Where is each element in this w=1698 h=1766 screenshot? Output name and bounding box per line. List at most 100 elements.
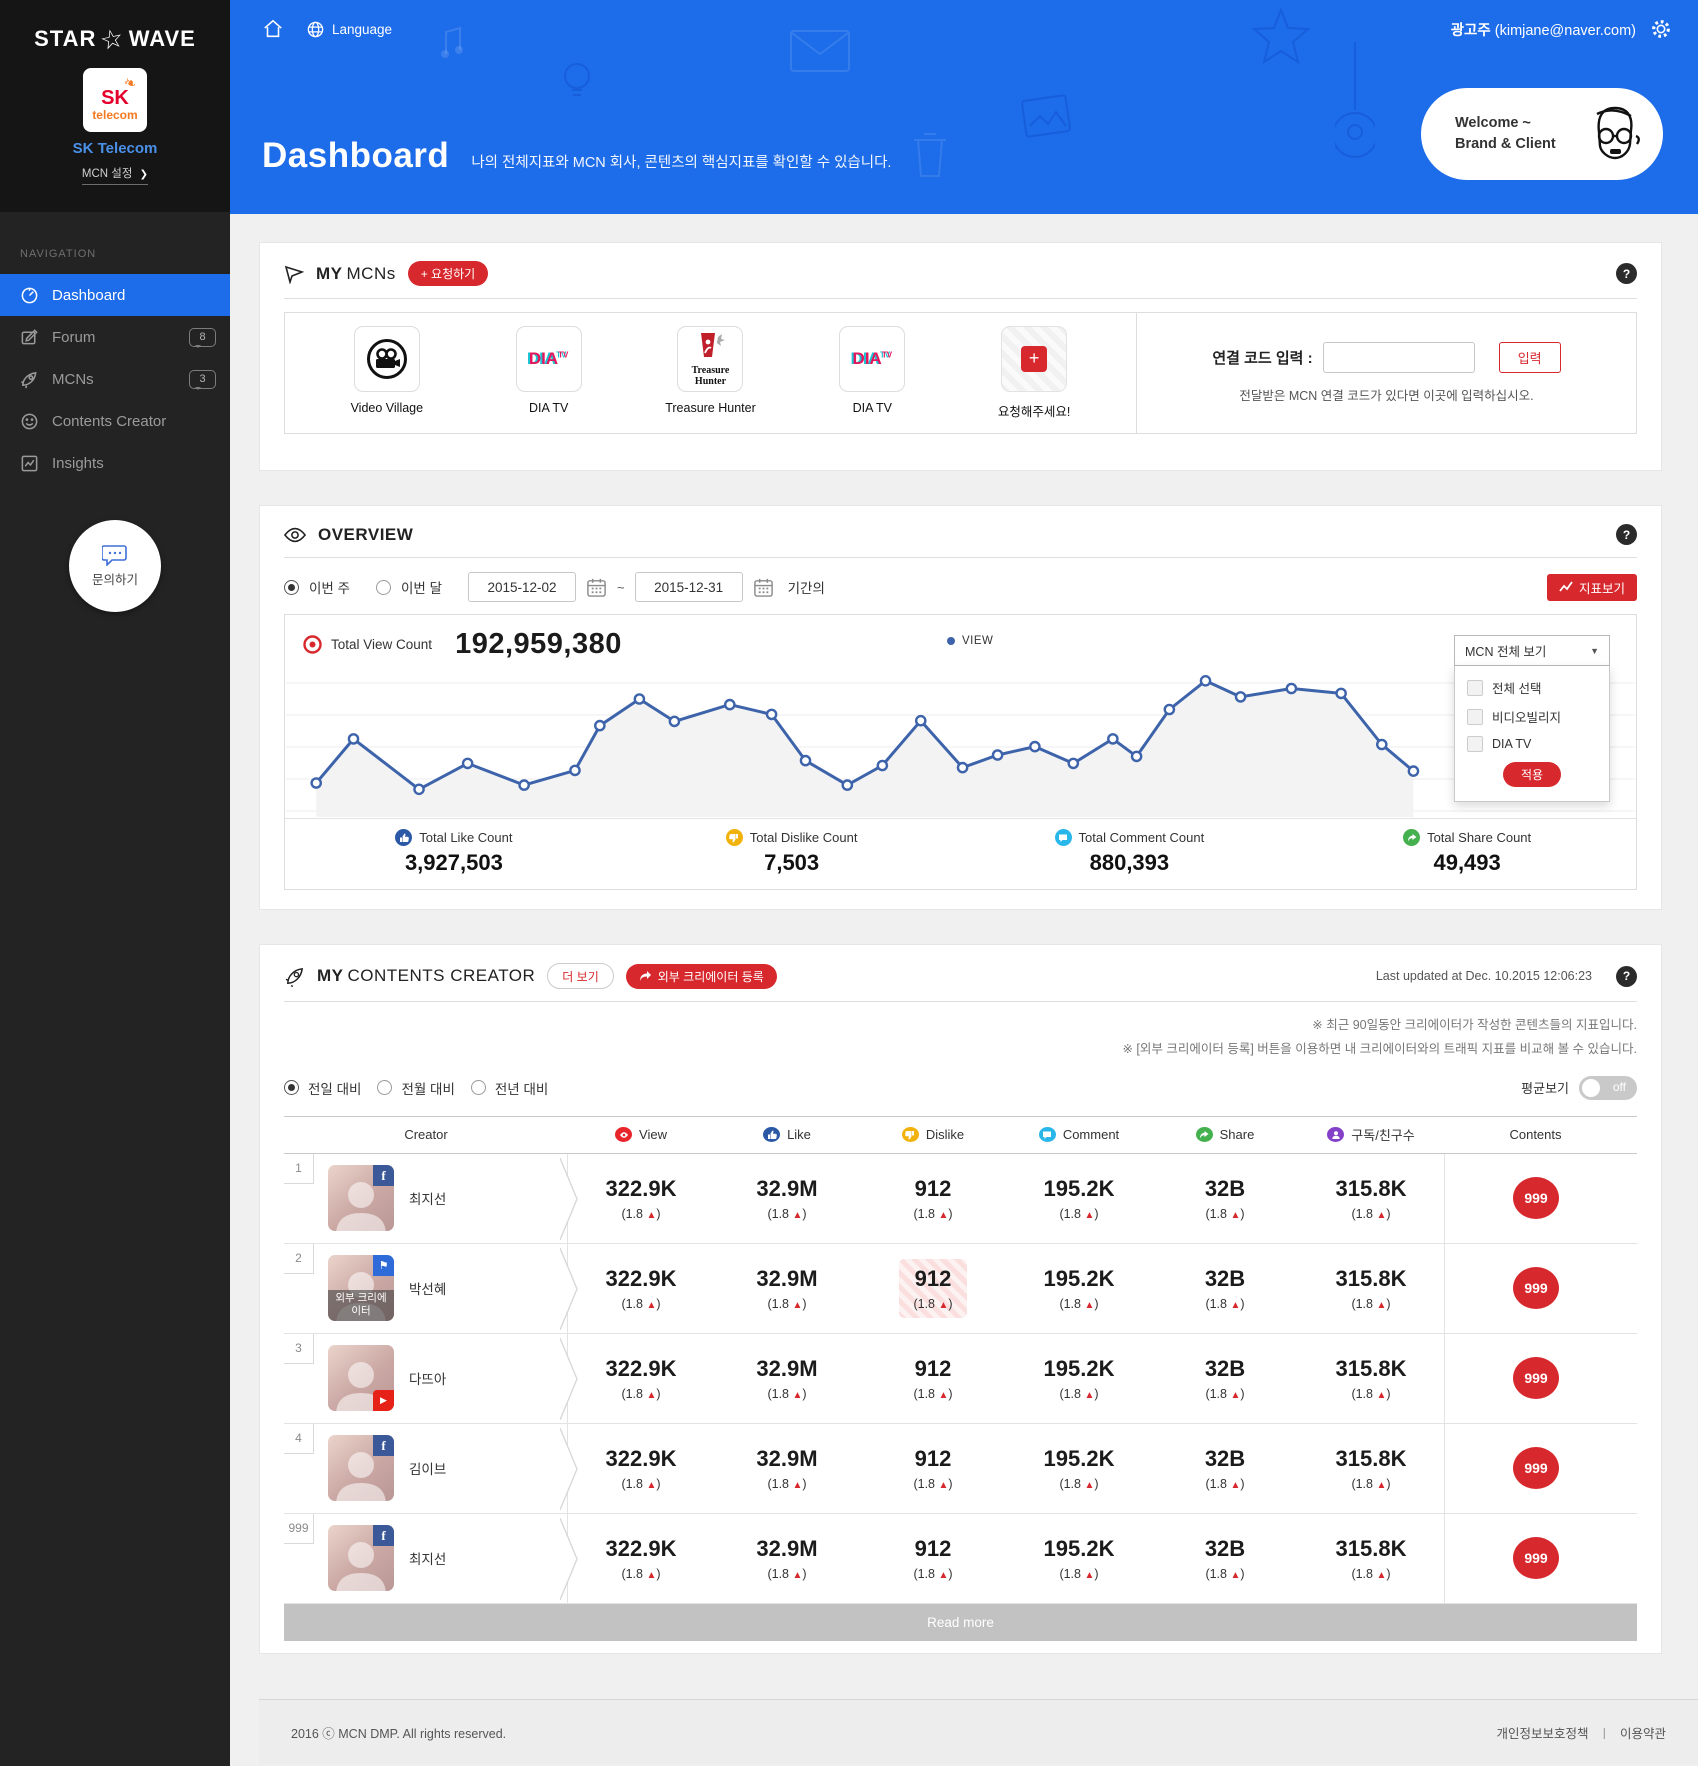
column-header-like: Like	[714, 1127, 860, 1142]
data-point[interactable]	[991, 749, 1004, 761]
data-point[interactable]	[1163, 703, 1176, 716]
data-point[interactable]	[569, 764, 581, 777]
contents-count-badge[interactable]: 999	[1513, 1177, 1559, 1219]
radio-전년 대비[interactable]	[470, 1080, 486, 1095]
user-account-label[interactable]: 광고주 (kimjane@naver.com)	[1451, 19, 1636, 40]
sidebar-item-insights[interactable]: Insights	[0, 442, 230, 484]
data-point[interactable]	[518, 779, 530, 791]
data-point[interactable]	[841, 779, 854, 791]
filter-option-비디오빌리지[interactable]: 비디오빌리지	[1467, 707, 1597, 726]
calendar-icon[interactable]	[753, 577, 774, 598]
chart-icon	[1559, 581, 1573, 592]
contents-count-badge[interactable]: 999	[1513, 1447, 1559, 1489]
data-point[interactable]	[1234, 691, 1247, 703]
client-name: SK Telecom	[72, 140, 158, 157]
mcn-code-input[interactable]	[1322, 342, 1475, 373]
privacy-policy-link[interactable]: 개인정보보호정책	[1496, 1723, 1588, 1742]
data-point[interactable]	[765, 708, 778, 721]
like-icon	[763, 1127, 781, 1142]
data-point[interactable]	[668, 715, 681, 728]
average-view-toggle[interactable]: off	[1579, 1075, 1637, 1100]
data-point[interactable]	[799, 754, 812, 767]
data-point[interactable]	[310, 777, 323, 789]
data-point[interactable]	[1199, 675, 1212, 687]
metric-cell: 315.8K (1.8 ▲)	[1335, 1445, 1407, 1491]
checkbox-icon[interactable]	[1467, 736, 1483, 752]
filter-apply-button[interactable]: 적용	[1503, 762, 1561, 787]
data-point[interactable]	[413, 783, 425, 796]
table-row[interactable]: 2 ⚑ 외부 크리에이터 박선혜 322.9K (1.8 ▲) 32.9M (1.8 ▲) 91…	[284, 1243, 1637, 1334]
sidebar-item-contents-creator[interactable]: Contents Creator	[0, 400, 230, 442]
contact-button[interactable]: 문의하기	[69, 520, 161, 612]
mcn-tile-treasure-hunter[interactable]: Treasure Hunter Treasure Hunter	[650, 326, 770, 415]
mcn-filter-button[interactable]: MCN 전체 보기 ▼	[1454, 635, 1610, 666]
help-icon[interactable]: ?	[1616, 524, 1637, 545]
date-from-input[interactable]	[468, 572, 577, 602]
mcn-tile-dia-tv-1[interactable]: DIATV DIA TV	[489, 326, 609, 415]
data-point[interactable]	[1407, 765, 1420, 777]
terms-link[interactable]: 이용약관	[1620, 1723, 1666, 1742]
radio-전일 대비[interactable]	[284, 1080, 299, 1095]
data-point[interactable]	[461, 757, 474, 770]
contents-cell: 999	[1444, 1243, 1627, 1333]
code-submit-button[interactable]: 입력	[1498, 342, 1561, 373]
contents-count-badge[interactable]: 999	[1513, 1537, 1559, 1579]
filter-option-DIA TV[interactable]: DIA TV	[1467, 736, 1597, 752]
register-external-creator-button[interactable]: 외부 크리에이터 등록	[625, 963, 777, 989]
data-point[interactable]	[347, 733, 360, 745]
table-row[interactable]: 1 f 최지선 322.9K (1.8 ▲) 32.9M (1.8 ▲) 912 (1.8 ▲)…	[284, 1153, 1637, 1244]
table-row[interactable]: 999 f 최지선 322.9K (1.8 ▲) 32.9M (1.8 ▲) 912 (1.8 …	[284, 1513, 1637, 1604]
up-arrow-icon: ▲	[792, 1389, 803, 1401]
metric-cell: 195.2K (1.8 ▲)	[1043, 1445, 1115, 1491]
see-more-button[interactable]: 더 보기	[547, 963, 614, 989]
data-point[interactable]	[1285, 682, 1298, 695]
data-point[interactable]	[1376, 738, 1388, 751]
data-point[interactable]	[723, 698, 736, 711]
sidebar-brand-block: STAR ☆ WAVE ❧ SK telecom SK Telecom MCN …	[0, 0, 230, 212]
contents-count-badge[interactable]: 999	[1513, 1267, 1559, 1309]
mcn-tile-video-village[interactable]: Video Village	[327, 326, 447, 415]
data-point[interactable]	[594, 719, 606, 732]
view-metrics-button[interactable]: 지표보기	[1546, 573, 1637, 601]
contents-count-badge[interactable]: 999	[1513, 1357, 1559, 1399]
checkbox-icon[interactable]	[1467, 708, 1483, 725]
home-icon[interactable]	[262, 18, 284, 40]
filter-option-전체 선택[interactable]: 전체 선택	[1467, 678, 1597, 697]
metric-cell: 912 (1.8 ▲)	[913, 1175, 953, 1221]
request-mcn-button[interactable]: + 요청하기	[407, 261, 489, 286]
dislike-icon	[901, 1127, 919, 1142]
help-icon[interactable]: ?	[1616, 965, 1637, 987]
table-row[interactable]: 3 ▶ 다뜨아 322.9K (1.8 ▲) 32.9M (1.8 ▲) 912 (1.8 ▲)…	[284, 1333, 1637, 1424]
avatar: f	[328, 1525, 394, 1591]
creators-title: MY CONTENTS CREATOR	[317, 966, 536, 985]
gear-icon[interactable]	[1650, 18, 1672, 40]
data-point[interactable]	[1107, 733, 1119, 745]
data-point[interactable]	[1029, 740, 1041, 753]
mcn-tile-add-request[interactable]: + 요청해주세요!	[974, 326, 1094, 420]
data-point[interactable]	[633, 693, 646, 705]
total-metric-value: 880,393	[1089, 850, 1170, 875]
data-point[interactable]	[1335, 687, 1347, 700]
calendar-icon[interactable]	[586, 577, 607, 598]
radio-this-week[interactable]	[284, 579, 299, 595]
globe-icon	[307, 21, 324, 37]
data-point[interactable]	[914, 714, 927, 727]
radio-this-month[interactable]	[376, 579, 392, 595]
read-more-button[interactable]: Read more	[284, 1603, 1637, 1641]
mcn-settings-link[interactable]: MCN 설정 ❯	[81, 165, 149, 185]
help-icon[interactable]: ?	[1616, 263, 1637, 284]
data-point[interactable]	[1130, 750, 1143, 763]
sidebar-item-mcns[interactable]: MCNs 3	[0, 358, 230, 400]
language-menu[interactable]: Language	[306, 20, 392, 39]
sidebar-item-forum[interactable]: Forum 8	[0, 316, 230, 358]
radio-전월 대비[interactable]	[377, 1080, 393, 1095]
date-to-input[interactable]	[634, 572, 743, 602]
data-point[interactable]	[1067, 757, 1080, 770]
sidebar-item-dashboard[interactable]: Dashboard	[0, 274, 230, 316]
checkbox-icon[interactable]	[1467, 679, 1483, 696]
data-point[interactable]	[956, 761, 969, 774]
metric-cell: 32B (1.8 ▲)	[1204, 1355, 1246, 1401]
mcn-tile-dia-tv-2[interactable]: DIATV DIA TV	[812, 326, 932, 415]
table-row[interactable]: 4 f 김이브 322.9K (1.8 ▲) 32.9M (1.8 ▲) 912 (1.8 ▲)…	[284, 1423, 1637, 1514]
data-point[interactable]	[876, 759, 889, 772]
